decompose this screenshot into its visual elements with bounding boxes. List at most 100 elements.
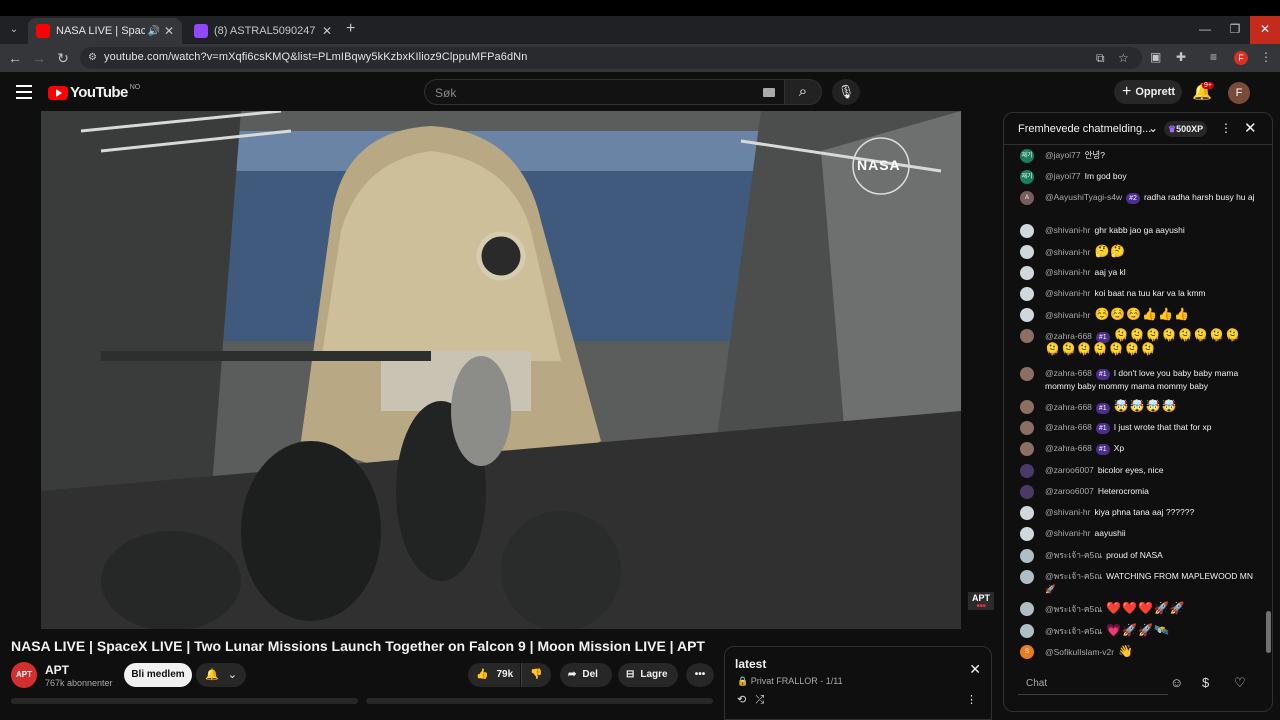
more-actions-button[interactable]: •••	[686, 663, 714, 687]
shuffle-icon[interactable]: ⤮	[755, 694, 764, 706]
chat-author-avatar[interactable]	[1020, 485, 1034, 499]
chat-author-avatar[interactable]	[1020, 602, 1034, 616]
browser-profile-avatar[interactable]: F	[1234, 51, 1248, 65]
chat-author-name[interactable]: @zaroo6007	[1045, 465, 1094, 475]
chat-author-name[interactable]: @zahra-668	[1045, 331, 1092, 341]
chat-author-name[interactable]: @shivani-hr	[1045, 507, 1090, 517]
chat-author-name[interactable]: @jayoi77	[1045, 150, 1081, 160]
chat-scrollbar[interactable]	[1266, 611, 1271, 653]
chat-author-avatar[interactable]	[1020, 421, 1034, 435]
minimize-icon[interactable]: —	[1190, 16, 1220, 44]
chat-author-avatar[interactable]	[1020, 287, 1034, 301]
like-button[interactable]: 👍 79k	[468, 663, 520, 687]
chat-author-avatar[interactable]: 재기	[1020, 170, 1034, 184]
search-button[interactable]: ⌕	[784, 79, 822, 105]
chat-author-avatar[interactable]	[1020, 624, 1034, 638]
chat-author-name[interactable]: @zahra-668	[1045, 368, 1092, 378]
forward-arrow-icon[interactable]: →	[31, 50, 47, 66]
chat-author-avatar[interactable]	[1020, 464, 1034, 478]
chat-author-name[interactable]: @zaroo6007	[1045, 486, 1094, 496]
emoji-icon[interactable]: ☺	[1170, 675, 1183, 690]
chat-author-avatar[interactable]	[1020, 506, 1034, 520]
create-button[interactable]: + Opprett	[1114, 80, 1182, 104]
chat-mode-selector[interactable]: Fremhevede chatmelding...	[1018, 123, 1151, 135]
chat-author-avatar[interactable]	[1020, 308, 1034, 322]
omnibox[interactable]: ⚙ youtube.com/watch?v=mXqfi6csKMQ&list=P…	[80, 47, 1142, 69]
loop-icon[interactable]: ⟲	[737, 694, 746, 706]
tab-search-chevron-icon[interactable]: ⌄	[6, 22, 22, 38]
chat-author-avatar[interactable]	[1020, 442, 1034, 456]
chat-author-avatar[interactable]: S	[1020, 645, 1034, 659]
menu-hamburger-icon[interactable]	[16, 85, 32, 99]
chat-author-name[interactable]: @SofikulIslam-v2r	[1045, 647, 1114, 657]
share-button[interactable]: ➦ Del	[560, 663, 612, 687]
chat-author-name[interactable]: @zahra-668	[1045, 402, 1092, 412]
account-avatar[interactable]: F	[1228, 82, 1250, 104]
chat-author-name[interactable]: @พระเจ้า-ค5ณ	[1045, 571, 1102, 581]
bookmark-star-icon[interactable]: ☆	[1118, 51, 1129, 65]
xp-badge[interactable]: ♛500XP	[1164, 121, 1208, 137]
keyboard-icon[interactable]	[763, 88, 775, 97]
dislike-button[interactable]: 👎	[521, 663, 551, 687]
chat-author-avatar[interactable]	[1020, 367, 1034, 381]
save-button[interactable]: ⊟ Lagre	[618, 663, 678, 687]
back-arrow-icon[interactable]: ←	[7, 50, 23, 66]
youtube-logo[interactable]: YouTube NO	[48, 84, 140, 101]
playlist-title[interactable]: latest	[735, 657, 766, 671]
chevron-down-icon[interactable]: ⌄	[1148, 121, 1158, 135]
playlist-more-icon[interactable]: ⋮	[966, 693, 977, 706]
chat-author-name[interactable]: @shivani-hr	[1045, 310, 1090, 320]
chat-author-name[interactable]: @shivani-hr	[1045, 267, 1090, 277]
window-close-icon[interactable]: ✕	[1250, 16, 1280, 44]
super-chat-icon[interactable]: $	[1202, 675, 1209, 690]
chat-author-name[interactable]: @zahra-668	[1045, 422, 1092, 432]
media-control-icon[interactable]: ≡	[1210, 50, 1217, 64]
site-info-icon[interactable]: ⚙	[88, 52, 97, 63]
chat-more-icon[interactable]: ⋮	[1220, 121, 1232, 135]
chat-author-avatar[interactable]: 재기	[1020, 149, 1034, 163]
chat-author-avatar[interactable]	[1020, 400, 1034, 414]
chat-author-name[interactable]: @shivani-hr	[1045, 247, 1090, 257]
heart-icon[interactable]: ♡	[1234, 675, 1246, 691]
chat-author-name[interactable]: @AayushiTyagi-s4w	[1045, 192, 1122, 202]
chat-author-name[interactable]: @shivani-hr	[1045, 225, 1090, 235]
voice-search-button[interactable]: 🎙	[832, 79, 860, 105]
chat-author-name[interactable]: @shivani-hr	[1045, 528, 1090, 538]
url-text[interactable]: youtube.com/watch?v=mXqfi6csKMQ&list=PLm…	[104, 51, 527, 63]
puzzle-extensions-icon[interactable]: ✚	[1176, 50, 1186, 64]
chat-author-avatar[interactable]: A	[1020, 191, 1034, 205]
chat-author-avatar[interactable]	[1020, 224, 1034, 238]
browser-tab-twitch[interactable]: (8) ASTRAL5090247 - Twitch ✕	[186, 18, 340, 44]
restore-icon[interactable]: ❐	[1220, 16, 1250, 44]
playlist-close-icon[interactable]: ✕	[969, 661, 981, 678]
video-player[interactable]: NASA	[41, 111, 961, 629]
search-input[interactable]: Søk	[424, 79, 786, 105]
speaker-icon[interactable]: 🔊	[147, 26, 159, 37]
join-button[interactable]: Bli medlem	[124, 663, 192, 687]
chat-author-name[interactable]: @พระเจ้า-ค5ณ	[1045, 604, 1102, 614]
chat-input[interactable]: Chat	[1018, 673, 1168, 695]
channel-name[interactable]: APT	[45, 663, 69, 677]
chat-author-name[interactable]: @zahra-668	[1045, 443, 1092, 453]
chat-author-name[interactable]: @พระเจ้า-ค5ณ	[1045, 550, 1102, 560]
new-tab-icon[interactable]: +	[346, 20, 355, 38]
tab-close-icon[interactable]: ✕	[322, 24, 332, 38]
reload-icon[interactable]: ↻	[55, 50, 71, 66]
browser-tab-youtube[interactable]: NASA LIVE | SpaceX LIVE | T 🔊 ✕	[28, 18, 182, 44]
chat-author-name[interactable]: @shivani-hr	[1045, 288, 1090, 298]
extension-icon[interactable]: ▣	[1150, 50, 1161, 64]
channel-avatar[interactable]: APT	[11, 662, 37, 688]
install-app-icon[interactable]: ⧉	[1096, 51, 1105, 66]
chat-author-avatar[interactable]	[1020, 549, 1034, 563]
tab-close-icon[interactable]: ✕	[164, 24, 174, 38]
chat-author-avatar[interactable]	[1020, 527, 1034, 541]
chat-author-avatar[interactable]	[1020, 245, 1034, 259]
subscription-bell-button[interactable]: 🔔 ⌄	[196, 663, 246, 687]
chat-author-avatar[interactable]	[1020, 329, 1034, 343]
chat-author-avatar[interactable]	[1020, 570, 1034, 584]
chat-author-name[interactable]: @jayoi77	[1045, 171, 1081, 181]
browser-menu-icon[interactable]: ⋮	[1260, 50, 1272, 64]
chat-author-avatar[interactable]	[1020, 266, 1034, 280]
chat-author-name[interactable]: @พระเจ้า-ค5ณ	[1045, 626, 1102, 636]
chat-close-icon[interactable]: ✕	[1244, 119, 1257, 137]
